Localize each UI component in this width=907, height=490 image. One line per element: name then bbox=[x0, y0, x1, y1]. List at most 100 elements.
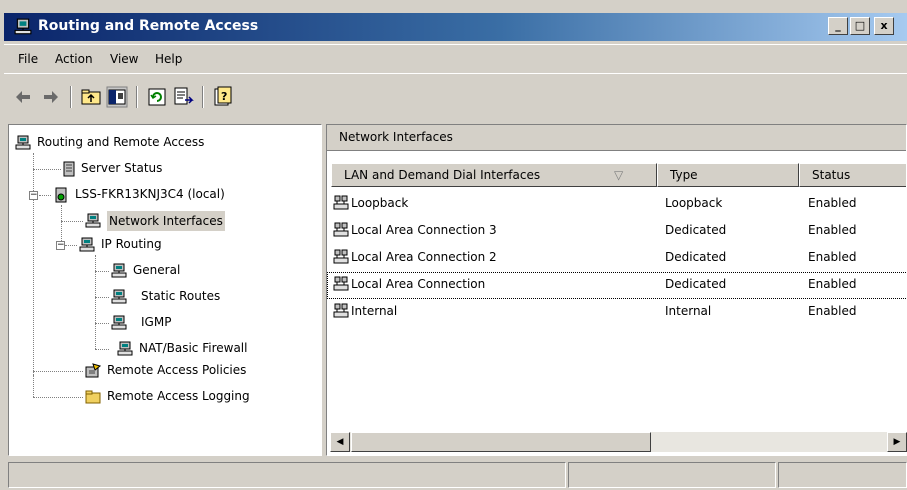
ip-routing-icon bbox=[79, 237, 95, 252]
horizontal-scrollbar[interactable]: ◀ ▶ bbox=[330, 432, 907, 452]
show-hide-tree-icon[interactable] bbox=[106, 86, 128, 108]
rras-app-icon bbox=[14, 18, 32, 35]
table-row[interactable]: Local Area Connection 3 Dedicated Enable… bbox=[327, 218, 906, 245]
tree-line bbox=[61, 221, 83, 222]
tree-line bbox=[33, 153, 34, 391]
toolbar bbox=[4, 73, 907, 116]
scroll-right-button[interactable]: ▶ bbox=[887, 432, 907, 452]
interface-icon bbox=[333, 303, 349, 318]
tree-item-server-status[interactable]: Server Status bbox=[81, 161, 162, 175]
interface-icon bbox=[333, 195, 349, 210]
server-status-icon bbox=[63, 161, 75, 177]
table-row[interactable]: Loopback Loopback Enabled bbox=[327, 191, 906, 218]
tree-item-root[interactable]: Routing and Remote Access bbox=[37, 135, 204, 149]
tree-item-remote-access-policies[interactable]: Remote Access Policies bbox=[107, 363, 246, 377]
tree-line bbox=[65, 245, 77, 246]
interface-status: Enabled bbox=[808, 304, 857, 318]
tree-line bbox=[95, 297, 109, 298]
interface-status: Enabled bbox=[808, 250, 857, 264]
nat-firewall-icon bbox=[117, 341, 133, 356]
export-list-icon[interactable] bbox=[172, 86, 194, 108]
tree-line bbox=[33, 397, 83, 398]
tree-line bbox=[33, 169, 61, 170]
interface-icon bbox=[333, 276, 349, 291]
scroll-thumb[interactable] bbox=[351, 432, 651, 452]
toolbar-separator bbox=[136, 86, 138, 108]
tree-line bbox=[33, 375, 34, 397]
application-window: Routing and Remote Access _ □ x File Act… bbox=[0, 0, 907, 490]
interface-name: Loopback bbox=[351, 196, 409, 210]
maximize-button[interactable]: □ bbox=[850, 17, 870, 35]
up-folder-icon[interactable] bbox=[80, 86, 102, 108]
static-routes-icon bbox=[111, 289, 127, 304]
interface-type: Loopback bbox=[665, 196, 723, 210]
interface-type: Dedicated bbox=[665, 223, 727, 237]
tree-item-network-interfaces[interactable]: Network Interfaces bbox=[107, 211, 225, 231]
policies-icon bbox=[85, 363, 101, 378]
tree-item-igmp[interactable]: IGMP bbox=[141, 315, 171, 329]
tree-item-ip-routing[interactable]: IP Routing bbox=[101, 237, 162, 251]
tree-item-general[interactable]: General bbox=[133, 263, 180, 277]
general-icon bbox=[111, 263, 127, 278]
interface-status: Enabled bbox=[808, 277, 857, 291]
menu-help[interactable]: Help bbox=[155, 52, 182, 66]
interface-status: Enabled bbox=[808, 223, 857, 237]
refresh-icon[interactable] bbox=[146, 86, 168, 108]
menu-action[interactable]: Action bbox=[55, 52, 93, 66]
status-panel bbox=[568, 462, 776, 488]
details-pane: Network Interfaces LAN and Demand Dial I… bbox=[326, 124, 907, 456]
menu-view[interactable]: View bbox=[110, 52, 138, 66]
sort-indicator-icon: ▽ bbox=[614, 168, 624, 182]
tree-item-nat-basic-firewall[interactable]: NAT/Basic Firewall bbox=[139, 341, 247, 355]
interface-type: Dedicated bbox=[665, 250, 727, 264]
tree-item-server[interactable]: LSS-FKR13KNJ3C4 (local) bbox=[75, 187, 225, 201]
tree-expander-ip-routing[interactable]: − bbox=[56, 241, 65, 250]
forward-icon[interactable] bbox=[40, 86, 62, 108]
tree-item-remote-access-logging[interactable]: Remote Access Logging bbox=[107, 389, 250, 403]
back-icon[interactable] bbox=[12, 86, 34, 108]
table-row[interactable]: Local Area Connection 2 Dedicated Enable… bbox=[327, 245, 906, 272]
tree-line bbox=[61, 205, 62, 245]
interface-type: Internal bbox=[665, 304, 712, 318]
toolbar-separator bbox=[202, 86, 204, 108]
network-interfaces-icon bbox=[85, 213, 101, 228]
column-header-interfaces[interactable]: LAN and Demand Dial Interfaces ▽ bbox=[331, 163, 657, 187]
column-header-status[interactable]: Status bbox=[799, 163, 906, 187]
svg-text:?: ? bbox=[221, 90, 227, 103]
help-icon[interactable]: ? bbox=[212, 86, 234, 108]
interface-type: Dedicated bbox=[665, 277, 727, 291]
console-tree[interactable]: − − Routing and Remote Access Server Sta… bbox=[8, 124, 322, 456]
tree-line bbox=[95, 255, 96, 349]
tree-line bbox=[95, 323, 109, 324]
interface-name: Local Area Connection bbox=[351, 277, 486, 291]
column-header-label: LAN and Demand Dial Interfaces bbox=[344, 168, 541, 182]
folder-icon bbox=[85, 390, 101, 404]
igmp-icon bbox=[111, 315, 127, 330]
window-title: Routing and Remote Access bbox=[38, 18, 259, 34]
details-pane-title: Network Interfaces bbox=[339, 130, 453, 144]
menu-bar bbox=[4, 44, 907, 74]
column-header-type[interactable]: Type bbox=[657, 163, 799, 187]
scroll-left-button[interactable]: ◀ bbox=[330, 432, 350, 452]
interface-name: Internal bbox=[351, 304, 398, 318]
tree-line bbox=[95, 271, 109, 272]
tree-line bbox=[33, 371, 83, 372]
tree-item-static-routes[interactable]: Static Routes bbox=[141, 289, 220, 303]
tree-line bbox=[39, 195, 51, 196]
close-button[interactable]: x bbox=[874, 17, 894, 35]
table-row-focused[interactable]: Local Area Connection Dedicated Enabled bbox=[327, 272, 906, 299]
toolbar-separator bbox=[70, 86, 72, 108]
interface-name: Local Area Connection 2 bbox=[351, 250, 497, 264]
status-bar bbox=[4, 460, 907, 490]
tree-expander-server[interactable]: − bbox=[29, 191, 38, 200]
interface-status: Enabled bbox=[808, 196, 857, 210]
status-panel bbox=[778, 462, 907, 488]
routing-node-icon bbox=[15, 135, 31, 150]
status-panel bbox=[8, 462, 566, 488]
menu-file[interactable]: File bbox=[18, 52, 38, 66]
details-pane-header: Network Interfaces bbox=[327, 125, 906, 151]
interface-name: Local Area Connection 3 bbox=[351, 223, 497, 237]
minimize-button[interactable]: _ bbox=[828, 17, 848, 35]
table-row[interactable]: Internal Internal Enabled bbox=[327, 299, 906, 326]
interface-icon bbox=[333, 249, 349, 264]
